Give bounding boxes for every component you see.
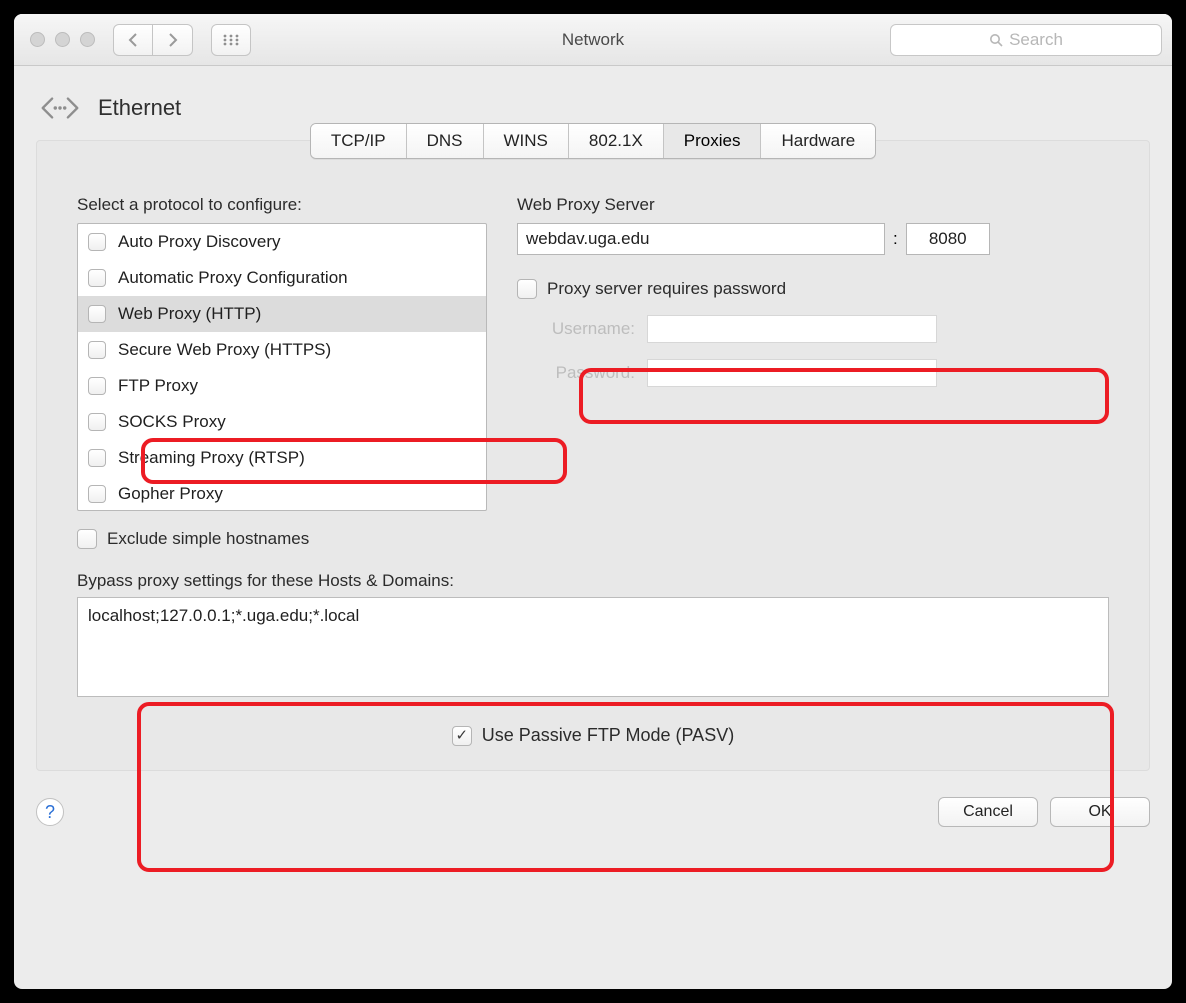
list-item[interactable]: SOCKS Proxy: [78, 404, 486, 440]
search-placeholder: Search: [1009, 30, 1063, 50]
list-item-label: Streaming Proxy (RTSP): [118, 448, 305, 468]
list-item[interactable]: Secure Web Proxy (HTTPS): [78, 332, 486, 368]
server-row: webdav.uga.edu : 8080: [517, 223, 1109, 255]
requires-password-checkbox[interactable]: [517, 279, 537, 299]
help-icon: ?: [45, 802, 55, 823]
search-icon: [989, 33, 1003, 47]
minimize-window-button[interactable]: [55, 32, 70, 47]
tab-tcpip[interactable]: TCP/IP: [311, 124, 407, 158]
list-item-label: Automatic Proxy Configuration: [118, 268, 348, 288]
protocol-list[interactable]: Auto Proxy Discovery Automatic Proxy Con…: [77, 223, 487, 511]
nav-group: [113, 24, 193, 56]
checkbox[interactable]: [88, 377, 106, 395]
interface-header: Ethernet: [38, 90, 1150, 126]
list-item[interactable]: Automatic Proxy Configuration: [78, 260, 486, 296]
checkbox[interactable]: [88, 269, 106, 287]
checkbox[interactable]: [88, 233, 106, 251]
username-input[interactable]: [647, 315, 937, 343]
close-window-button[interactable]: [30, 32, 45, 47]
cancel-button[interactable]: Cancel: [938, 797, 1038, 827]
list-item-label: Gopher Proxy: [118, 484, 223, 504]
host-port-separator: :: [893, 229, 898, 249]
tab-wins[interactable]: WINS: [484, 124, 569, 158]
preferences-window: Network Search Ethernet TCP/IP: [14, 14, 1172, 989]
list-item-label: Auto Proxy Discovery: [118, 232, 281, 252]
window-controls: [30, 32, 95, 47]
requires-password-label: Proxy server requires password: [547, 279, 786, 299]
titlebar: Network Search: [14, 14, 1172, 66]
pasv-label: Use Passive FTP Mode (PASV): [482, 725, 734, 746]
tab-dns[interactable]: DNS: [407, 124, 484, 158]
zoom-window-button[interactable]: [80, 32, 95, 47]
help-button[interactable]: ?: [36, 798, 64, 826]
list-item-label: SOCKS Proxy: [118, 412, 226, 432]
tab-hardware[interactable]: Hardware: [761, 124, 875, 158]
proxy-host-input[interactable]: webdav.uga.edu: [517, 223, 885, 255]
username-label: Username:: [517, 319, 635, 339]
list-item[interactable]: Web Proxy (HTTP): [78, 296, 486, 332]
checkbox[interactable]: [88, 485, 106, 503]
ethernet-icon: [38, 90, 82, 126]
exclude-hostnames-row: Exclude simple hostnames: [77, 529, 487, 549]
list-item[interactable]: Streaming Proxy (RTSP): [78, 440, 486, 476]
tab-proxies[interactable]: Proxies: [664, 124, 762, 158]
tab-8021x[interactable]: 802.1X: [569, 124, 664, 158]
ok-button[interactable]: OK: [1050, 797, 1150, 827]
bypass-textarea[interactable]: localhost;127.0.0.1;*.uga.edu;*.local: [77, 597, 1109, 697]
checkbox[interactable]: [88, 449, 106, 467]
exclude-hostnames-checkbox[interactable]: [77, 529, 97, 549]
grid-icon: [222, 33, 240, 47]
back-button[interactable]: [113, 24, 153, 56]
segmented-tabs: TCP/IP DNS WINS 802.1X Proxies Hardware: [310, 123, 876, 159]
pasv-checkbox[interactable]: [452, 726, 472, 746]
list-item[interactable]: FTP Proxy: [78, 368, 486, 404]
interface-name: Ethernet: [98, 95, 181, 121]
list-item-label: Web Proxy (HTTP): [118, 304, 261, 324]
protocols-column: Select a protocol to configure: Auto Pro…: [77, 195, 487, 549]
list-item[interactable]: Gopher Proxy: [78, 476, 486, 511]
list-item-label: Secure Web Proxy (HTTPS): [118, 340, 331, 360]
server-label: Web Proxy Server: [517, 195, 1109, 215]
footer: ? Cancel OK: [36, 797, 1150, 827]
proxies-panel: TCP/IP DNS WINS 802.1X Proxies Hardware …: [36, 140, 1150, 771]
proxy-port-input[interactable]: 8080: [906, 223, 990, 255]
password-label: Password:: [517, 363, 635, 383]
checkbox[interactable]: [88, 305, 106, 323]
search-input[interactable]: Search: [890, 24, 1162, 56]
exclude-hostnames-label: Exclude simple hostnames: [107, 529, 309, 549]
server-column: Web Proxy Server webdav.uga.edu : 8080 P…: [517, 195, 1109, 549]
checkbox[interactable]: [88, 413, 106, 431]
list-item-label: FTP Proxy: [118, 376, 198, 396]
password-row: Password:: [517, 359, 1109, 387]
chevron-left-icon: [127, 32, 139, 48]
tab-bar: TCP/IP DNS WINS 802.1X Proxies Hardware: [37, 123, 1149, 159]
show-all-button[interactable]: [211, 24, 251, 56]
protocols-label: Select a protocol to configure:: [77, 195, 487, 215]
list-item[interactable]: Auto Proxy Discovery: [78, 224, 486, 260]
bypass-label: Bypass proxy settings for these Hosts & …: [77, 571, 1109, 591]
checkbox[interactable]: [88, 341, 106, 359]
chevron-right-icon: [167, 32, 179, 48]
username-row: Username:: [517, 315, 1109, 343]
requires-password-row: Proxy server requires password: [517, 279, 1109, 299]
body: Ethernet TCP/IP DNS WINS 802.1X Proxies …: [14, 66, 1172, 845]
forward-button[interactable]: [153, 24, 193, 56]
pasv-row: Use Passive FTP Mode (PASV): [77, 725, 1109, 746]
password-input[interactable]: [647, 359, 937, 387]
